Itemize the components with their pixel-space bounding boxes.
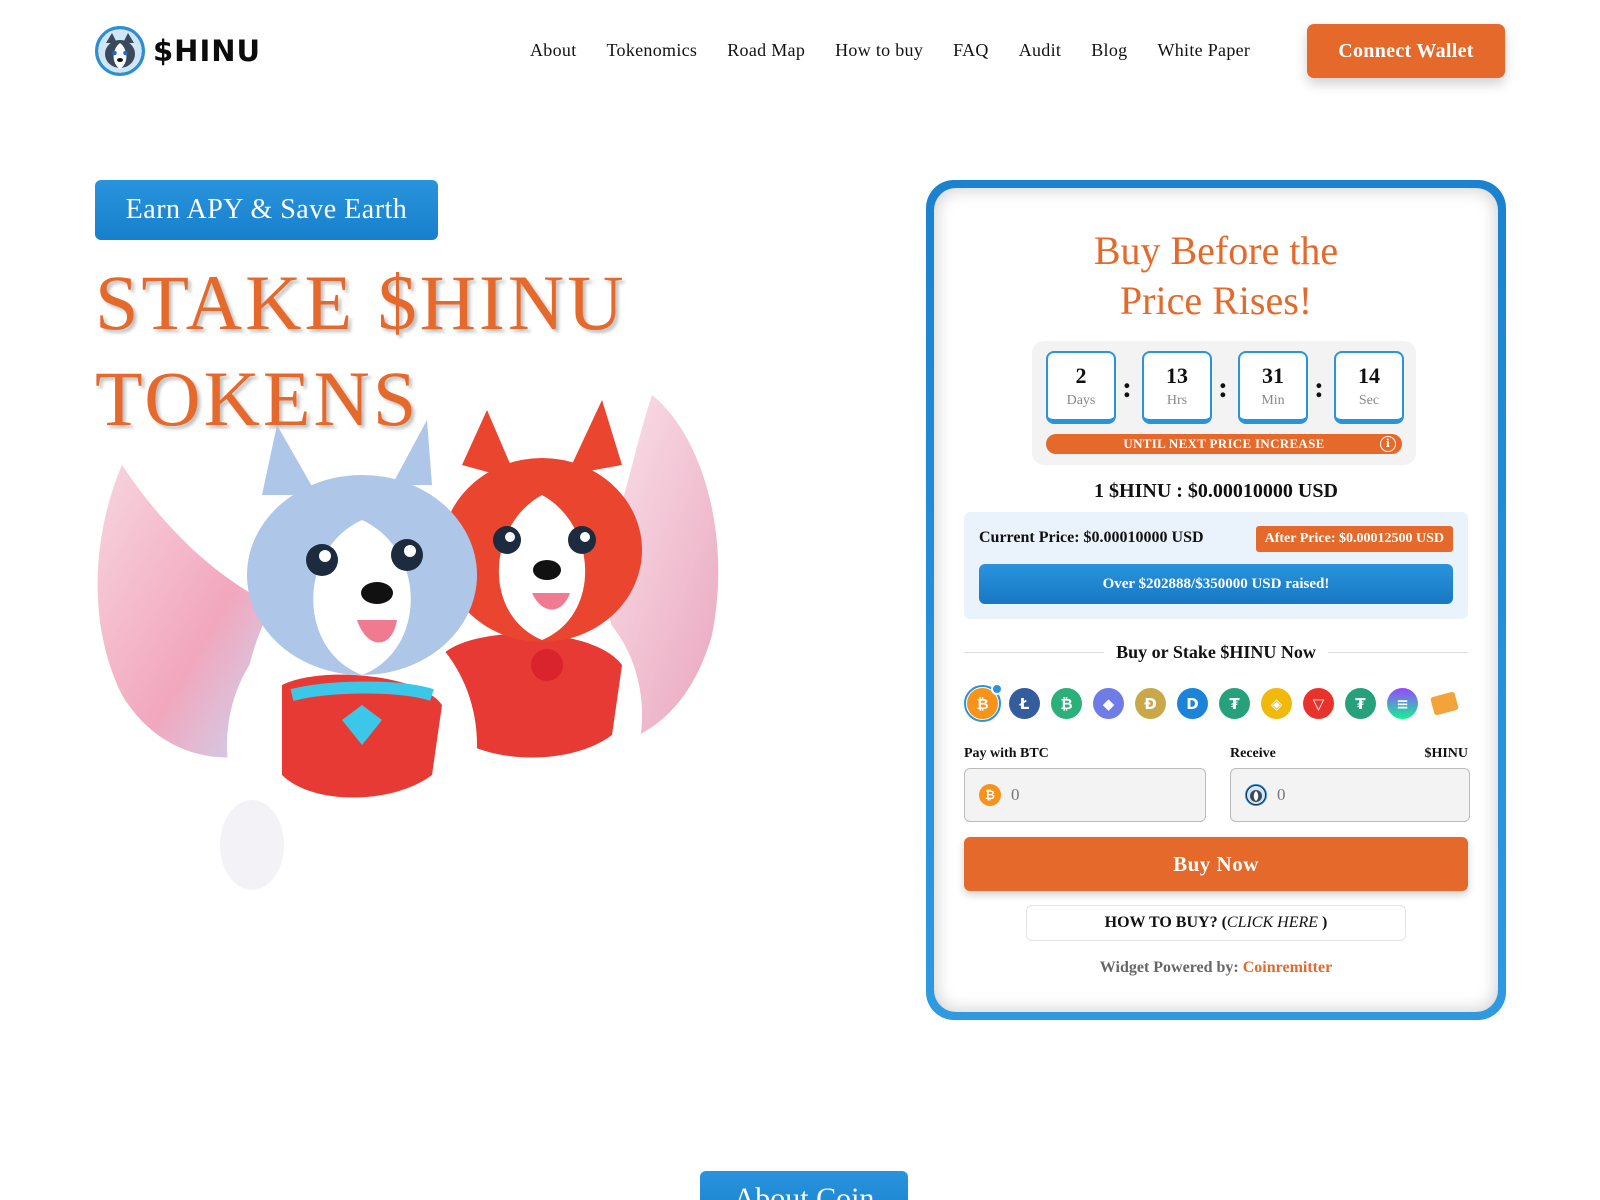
nav-item-blog[interactable]: Blog (1091, 40, 1127, 61)
about-section-badge: About Coin (700, 1171, 908, 1200)
timer-days-value: 2 (1075, 363, 1087, 388)
widget-title-line1: Buy Before the (1093, 228, 1339, 273)
buy-heading: Buy or Stake $HINU Now (1116, 642, 1316, 662)
bitcoin-cash-icon[interactable]: ₿ (1051, 688, 1082, 719)
timer-minutes-label: Min (1261, 393, 1285, 408)
tron-icon[interactable]: ▽ (1303, 688, 1334, 719)
current-price: Current Price: $0.00010000 USD (979, 529, 1204, 546)
hero-badge: Earn APY & Save Earth (95, 180, 438, 240)
timer-hours-value: 13 (1166, 363, 1188, 388)
timer-separator: : (1218, 371, 1228, 404)
countdown-timer: 2 Days : 13 Hrs : 31 Min : 14 Sec UNTIL … (1032, 341, 1416, 465)
presale-widget: Buy Before the Price Rises! 2 Days : 13 … (926, 180, 1506, 1020)
coin-selector: ₿ Ł ₿ ◆ Ð D ₮ ◈ ▽ ₮ ≡ (964, 683, 1467, 722)
nav-item-roadmap[interactable]: Road Map (727, 40, 805, 61)
receive-label: Receive (1230, 746, 1276, 761)
pay-label: Pay with BTC (964, 746, 1049, 761)
bitcoin-icon[interactable]: ₿ (964, 683, 1003, 722)
timer-separator: : (1314, 371, 1324, 404)
site-header: $HINU About Tokenomics Road Map How to b… (0, 0, 1600, 100)
raised-progress-bar: Over $202888/$350000 USD raised! (979, 564, 1453, 604)
hero-title-line1: STAKE $HINU (95, 259, 627, 346)
timer-caption-bar: UNTIL NEXT PRICE INCREASE i (1046, 434, 1402, 454)
after-price-badge: After Price: $0.00012500 USD (1255, 526, 1453, 552)
widget-title-line2: Price Rises! (1119, 278, 1313, 323)
timer-seconds-label: Sec (1358, 393, 1380, 408)
receive-amount-input[interactable] (1277, 781, 1447, 809)
timer-days: 2 Days (1046, 351, 1116, 424)
timer-hours-label: Hrs (1166, 393, 1188, 408)
tether-trc20-icon[interactable]: ₮ (1345, 688, 1376, 719)
selected-indicator-icon (991, 683, 1003, 695)
pay-amount-field: ₿ (964, 768, 1206, 822)
powered-brand-link[interactable]: Coinremitter (1243, 959, 1332, 976)
flying-huskies-illustration (97, 395, 719, 905)
widget-title: Buy Before the Price Rises! (934, 226, 1498, 326)
solana-icon[interactable]: ≡ (1387, 688, 1418, 719)
howto-suffix: ) (1318, 914, 1328, 931)
timer-hours: 13 Hrs (1142, 351, 1212, 424)
main-nav: About Tokenomics Road Map How to buy FAQ… (530, 40, 1280, 61)
timer-caption: UNTIL NEXT PRICE INCREASE (1123, 436, 1325, 451)
litecoin-icon[interactable]: Ł (1009, 688, 1040, 719)
price-panel: Current Price: $0.00010000 USD After Pri… (964, 512, 1468, 619)
widget-powered-by: Widget Powered by: Coinremitter (934, 959, 1498, 977)
bnb-icon[interactable]: ◈ (1261, 688, 1292, 719)
ethereum-icon[interactable]: ◆ (1093, 688, 1124, 719)
connect-wallet-button[interactable]: Connect Wallet (1307, 24, 1505, 78)
nav-item-white-paper[interactable]: White Paper (1157, 40, 1250, 61)
buy-heading-divider: Buy or Stake $HINU Now (964, 642, 1468, 662)
receive-unit: $HINU (1424, 746, 1468, 761)
buy-now-button[interactable]: Buy Now (964, 837, 1468, 891)
dash-icon[interactable]: D (1177, 688, 1208, 719)
timer-days-label: Days (1066, 393, 1096, 408)
presale-widget-body: Buy Before the Price Rises! 2 Days : 13 … (934, 188, 1498, 1012)
timer-seconds: 14 Sec (1334, 351, 1404, 424)
nav-item-tokenomics[interactable]: Tokenomics (607, 40, 698, 61)
powered-prefix: Widget Powered by: (1099, 959, 1243, 976)
timer-separator: : (1122, 371, 1132, 404)
brand-logo[interactable]: $HINU (95, 26, 261, 76)
howto-click-here[interactable]: CLICK HERE (1227, 914, 1318, 931)
timer-seconds-value: 14 (1358, 363, 1380, 388)
info-icon[interactable]: i (1380, 436, 1396, 452)
timer-minutes: 31 Min (1238, 351, 1308, 424)
how-to-buy-link[interactable]: HOW TO BUY? (CLICK HERE ) (1026, 905, 1406, 941)
brand-name: $HINU (153, 34, 262, 68)
dogecoin-icon[interactable]: Ð (1135, 688, 1166, 719)
receive-amount-field (1230, 768, 1470, 822)
nav-item-audit[interactable]: Audit (1019, 40, 1062, 61)
nav-item-about[interactable]: About (530, 40, 577, 61)
husky-token-icon (1245, 784, 1267, 806)
nav-item-how-to-buy[interactable]: How to buy (835, 40, 923, 61)
bitcoin-icon: ₿ (979, 784, 1001, 806)
husky-logo-icon (95, 26, 145, 76)
timer-minutes-value: 31 (1262, 363, 1284, 388)
nav-item-faq[interactable]: FAQ (953, 40, 989, 61)
token-rate: 1 $HINU : $0.00010000 USD (1094, 480, 1338, 502)
howto-prefix: HOW TO BUY? ( (1104, 914, 1227, 931)
pay-amount-input[interactable] (1011, 781, 1181, 809)
tether-icon[interactable]: ₮ (1219, 688, 1250, 719)
card-icon[interactable] (1430, 691, 1459, 716)
